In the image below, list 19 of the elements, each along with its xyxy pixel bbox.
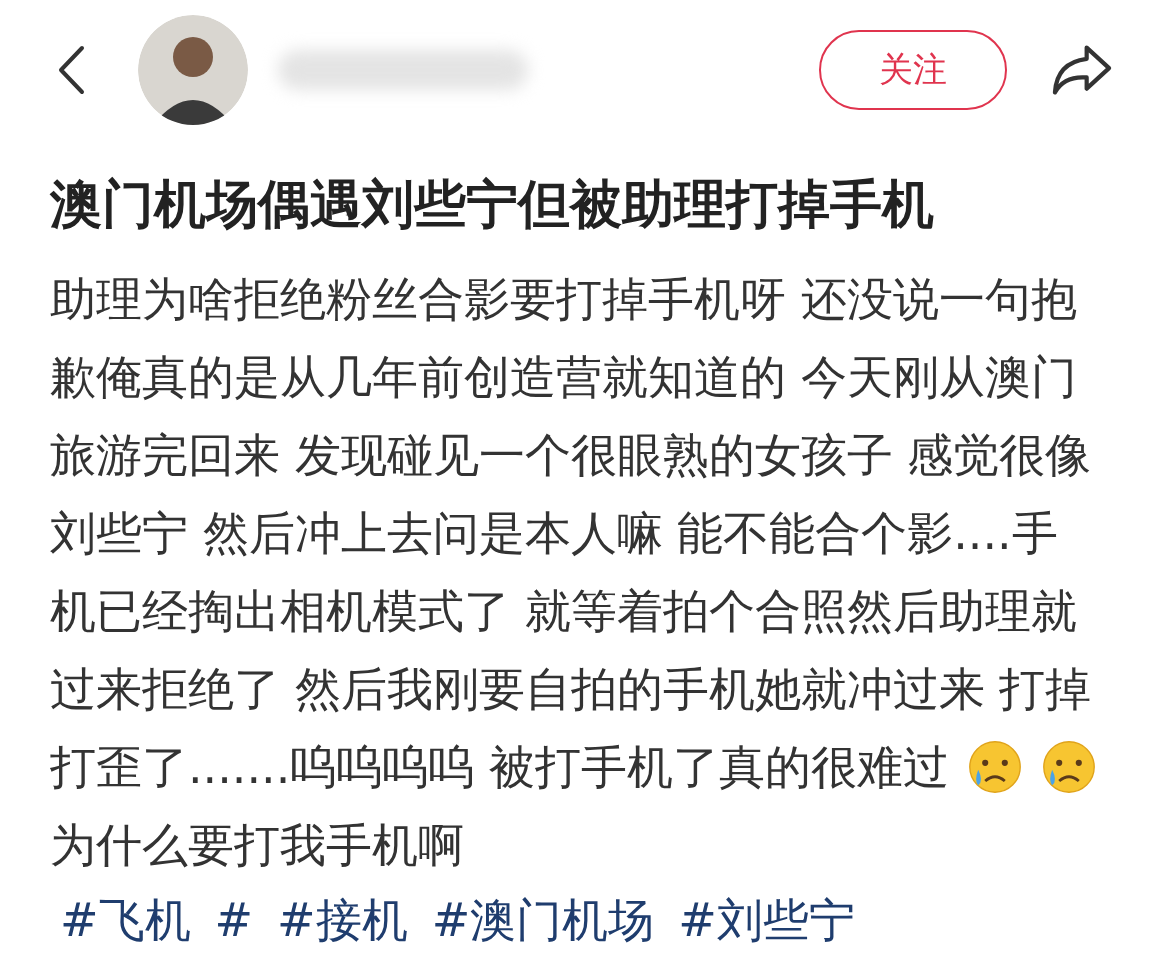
- post-title: 澳门机场偶遇刘些宁但被助理打掉手机: [50, 174, 935, 234]
- body-text: 助理为啥拒绝粉丝合影要打掉手机呀 还没说一句抱: [50, 271, 1077, 328]
- body-text: 刘些宁 然后冲上去问是本人嘛 能不能合个影....手: [50, 505, 1058, 562]
- hashtag-link[interactable]: #刘些宁: [678, 890, 855, 950]
- body-text: 旅游完回来 发现碰见一个很眼熟的女孩子 感觉很像: [50, 427, 1092, 484]
- body-text: 过来拒绝了 然后我刚要自拍的手机她就冲过来 打掉: [50, 661, 1092, 718]
- crying-face-icon: [967, 739, 1023, 795]
- hashtag-link[interactable]: #接机: [277, 890, 408, 950]
- hashtag-link[interactable]: #澳门机场: [431, 890, 655, 950]
- body-text: 机已经掏出相机模式了 就等着拍个合照然后助理就: [50, 583, 1077, 640]
- crying-face-icon: [1041, 739, 1097, 795]
- hashtag-link[interactable]: #飞机: [60, 890, 191, 950]
- avatar[interactable]: [138, 15, 248, 125]
- hashtag-link[interactable]: #: [214, 890, 254, 950]
- body-text: 歉俺真的是从几年前创造营就知道的 今天刚从澳门: [50, 349, 1077, 406]
- body-text: 为什么要打我手机啊: [50, 817, 464, 874]
- follow-button[interactable]: 关注: [819, 30, 1007, 110]
- body-text: 打歪了.......呜呜呜呜 被打手机了真的很难过: [50, 739, 949, 796]
- back-icon[interactable]: [56, 45, 86, 95]
